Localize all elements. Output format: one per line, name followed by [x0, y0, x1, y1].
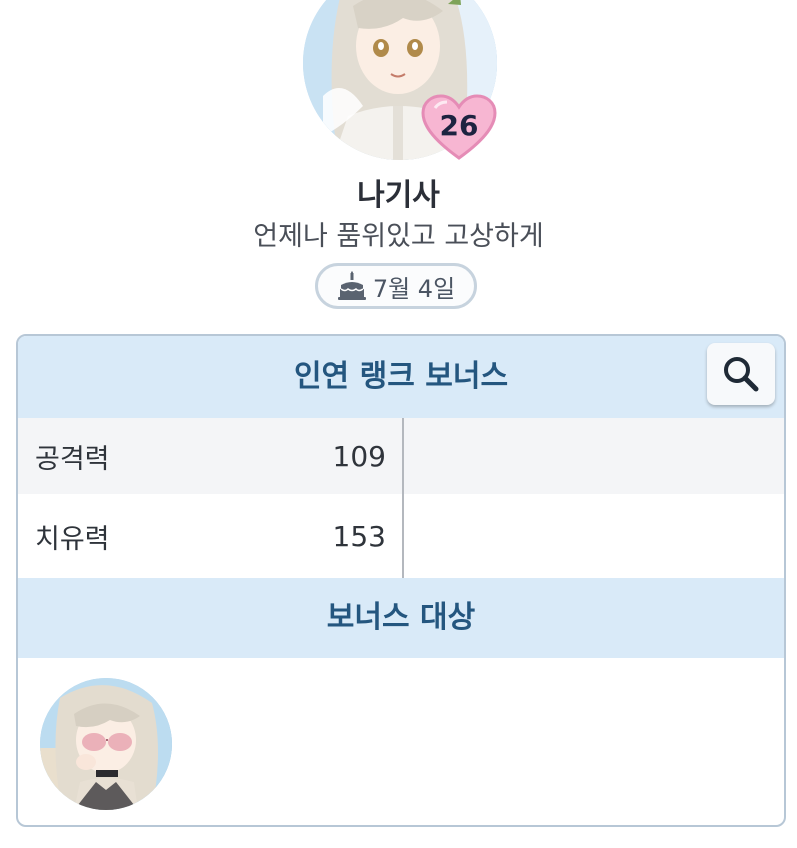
- search-icon: [724, 357, 759, 392]
- stat-label-healing: 치유력: [35, 523, 110, 555]
- bond-rank-bonus-panel: 인연 랭크 보너스 공격력 109 치유력 153 보너스 대상: [16, 334, 786, 827]
- character-name: 나기사: [357, 178, 440, 213]
- bond-rank-bonus-header: 인연 랭크 보너스: [18, 336, 784, 418]
- column-divider: [402, 418, 404, 578]
- stat-value-healing: 153: [332, 519, 386, 553]
- bonus-target-header: 보너스 대상: [18, 578, 784, 658]
- birthday-date: 7월 4일: [372, 274, 456, 303]
- bonus-target-character-avatar[interactable]: [40, 678, 172, 810]
- bond-rank-bonus-title: 인연 랭크 보너스: [293, 359, 509, 394]
- search-button[interactable]: [707, 343, 775, 405]
- character-profile-page: 26 나기사 언제나 품위있고 고상하게 7월 4일 인연 랭크 보너스 공격력…: [0, 0, 797, 848]
- cake-icon: [337, 271, 366, 300]
- stat-row: 공격력 109: [18, 418, 784, 494]
- stat-value-attack: 109: [332, 439, 386, 473]
- character-quote: 언제나 품위있고 고상하게: [253, 221, 544, 252]
- stat-row: 치유력 153: [18, 494, 784, 578]
- affection-level: 26: [439, 109, 479, 142]
- stat-label-attack: 공격력: [35, 443, 110, 475]
- character-portrait: 26: [303, 0, 497, 160]
- affection-heart-badge: 26: [421, 94, 497, 162]
- birthday-badge: 7월 4일: [315, 263, 477, 309]
